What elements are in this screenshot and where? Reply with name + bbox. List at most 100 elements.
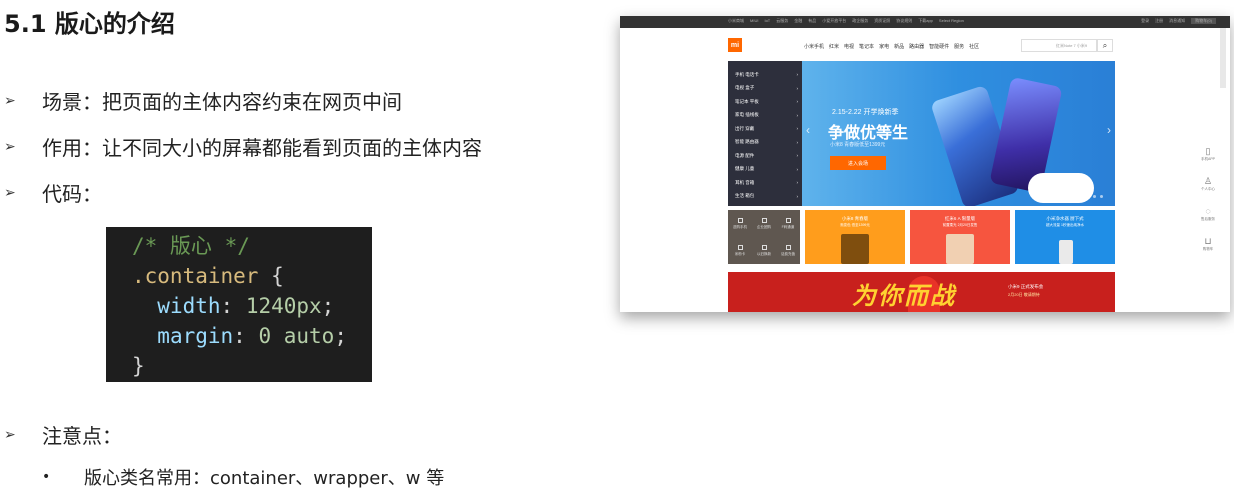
sidebar-app[interactable]: ▯ 手机APP	[1194, 146, 1222, 176]
bullet-arrow-icon: ➢	[4, 138, 16, 155]
quick-link[interactable]: 以旧换新	[752, 237, 776, 264]
bullet-arrow-icon: ➢	[4, 426, 16, 443]
sub-bullet-dot-icon: •	[42, 469, 51, 485]
topbar-link[interactable]: 小米商城	[728, 18, 744, 24]
topbar-link[interactable]: 资质证照	[874, 18, 890, 24]
category-item[interactable]: 电视 盒子 ›	[728, 82, 802, 96]
bullet-code: ➢ 代码：	[4, 178, 102, 207]
quick-link[interactable]: 企业团购	[752, 210, 776, 237]
chevron-right-icon[interactable]: ›	[1107, 123, 1111, 137]
topbar-link[interactable]: 下载app	[918, 18, 933, 24]
topbar-link[interactable]: 有品	[808, 18, 816, 24]
sub-bullet: • 版心类名常用：container、wrapper、w 等	[42, 464, 444, 490]
slide-title: 5.1 版心的介绍	[4, 10, 175, 38]
banner-cta-button[interactable]: 进入会场	[830, 156, 886, 170]
category-item[interactable]: 出行 穿戴 ›	[728, 122, 802, 136]
nav-item[interactable]: 小米手机	[804, 43, 824, 50]
category-item[interactable]: 家电 插线板 ›	[728, 109, 802, 123]
bullet-text: 作用：让不同大小的屏幕都能看到页面的主体内容	[42, 136, 482, 160]
code-comment: /* 版心 */	[132, 234, 250, 258]
headset-icon: ◌	[1205, 206, 1211, 216]
search-placeholder: 红米Note 7 小米9	[1056, 43, 1088, 48]
bullet-text: 代码：	[42, 182, 102, 206]
search-icon[interactable]: ⌕	[1097, 39, 1113, 52]
quick-link[interactable]: 米粉卡	[728, 237, 752, 264]
topbar-link[interactable]: 小爱开放平台	[822, 18, 846, 24]
right-sidebar: ▯ 手机APP ♙ 个人中心 ◌ 售后服务 ⊔ 购物车	[1194, 146, 1222, 266]
topbar-link[interactable]: Select Region	[939, 18, 964, 24]
bullet-purpose: ➢ 作用：让不同大小的屏幕都能看到页面的主体内容	[4, 132, 482, 161]
category-item[interactable]: 生活 箱包 ›	[728, 190, 802, 204]
topbar-link[interactable]: 政企服务	[852, 18, 868, 24]
nav-item[interactable]: 新品	[894, 43, 904, 50]
topbar-link[interactable]: 云服务	[776, 18, 788, 24]
cart-button[interactable]: 购物车(0)	[1191, 18, 1216, 24]
bullet-text: 场景：把页面的主体内容约束在网页中间	[42, 90, 402, 114]
sidebar-cart[interactable]: ⊔ 购物车	[1194, 236, 1222, 266]
carousel-dots[interactable]	[1079, 195, 1103, 198]
promo-title: 小米净水器 厨下式	[1046, 216, 1084, 221]
topbar-link[interactable]: 金融	[794, 18, 802, 24]
quick-link[interactable]: F码通道	[776, 210, 800, 237]
bullet-text: 注意点：	[42, 424, 122, 448]
scrollbar[interactable]	[1220, 28, 1226, 88]
code-val-margin: 0 auto	[258, 324, 335, 348]
user-icon: ♙	[1203, 176, 1213, 186]
nav-item[interactable]: 智能硬件	[929, 43, 949, 50]
topbar-link[interactable]: 协议规则	[896, 18, 912, 24]
cart-icon: ⊔	[1204, 236, 1212, 246]
chevron-left-icon[interactable]: ‹	[806, 123, 810, 137]
quick-link[interactable]: 选购手机	[728, 210, 752, 237]
register-link[interactable]: 注册	[1155, 18, 1163, 24]
bullet-arrow-icon: ➢	[4, 184, 16, 201]
banner-desc: 小米8 青春版低至1399元	[830, 142, 886, 148]
quick-link[interactable]: 话费充值	[776, 237, 800, 264]
promo-title: 小米8 青春版	[841, 216, 869, 221]
site-search-input[interactable]: 红米Note 7 小米9	[1021, 39, 1097, 52]
event-banner[interactable]: 为你而战 小米9 正式发布会 2月20日 敬请期待	[728, 272, 1115, 312]
topbar-link[interactable]: MIUI	[750, 18, 758, 24]
promo-sub: 超大流量 1秒速出纯净水	[1046, 223, 1084, 227]
promo-card[interactable]: 红米6 A 限量版 前置柔光 2月20日发售	[910, 210, 1010, 264]
hero-banner[interactable]: 2.15-2.22 开学焕新季 争做优等生 小米8 青春版低至1399元 进入会…	[802, 61, 1115, 206]
category-item[interactable]: 笔记本 平板 ›	[728, 95, 802, 109]
category-item[interactable]: 手机 电话卡 ›	[728, 68, 802, 82]
event-title: 为你而战	[852, 283, 956, 310]
nav-item[interactable]: 电视	[844, 43, 854, 50]
code-selector: .container	[132, 264, 259, 288]
banner-date: 2.15-2.22 开学焕新季	[832, 109, 899, 116]
promo-title: 红米6 A 限量版	[944, 216, 976, 221]
sidebar-service[interactable]: ◌ 售后服务	[1194, 206, 1222, 236]
nav-item[interactable]: 路由器	[909, 43, 924, 50]
sidebar-account[interactable]: ♙ 个人中心	[1194, 176, 1222, 206]
promo-card[interactable]: 小米净水器 厨下式 超大流量 1秒速出纯净水	[1015, 210, 1115, 264]
sub-bullet-text: 版心类名常用：container、wrapper、w 等	[84, 468, 445, 489]
nav-item[interactable]: 家电	[879, 43, 889, 50]
login-link[interactable]: 登录	[1141, 18, 1149, 24]
code-close-brace: }	[132, 354, 145, 378]
category-menu: 手机 电话卡 › 电视 盒子 › 笔记本 平板 › 家电 插线板 › 出行 穿戴 › 智能…	[728, 61, 802, 206]
messages-link[interactable]: 消息通知	[1169, 18, 1185, 24]
code-prop-width: width	[157, 294, 221, 318]
category-item[interactable]: 电源 配件 ›	[728, 149, 802, 163]
nav-item[interactable]: 笔记本	[859, 43, 874, 50]
category-item[interactable]: 智能 路由器 ›	[728, 136, 802, 150]
nav-item[interactable]: 社区	[969, 43, 979, 50]
event-date: 2月20日 敬请期待	[1008, 292, 1040, 297]
nav-item[interactable]: 红米	[829, 43, 839, 50]
mi-logo[interactable]: mi	[728, 38, 742, 52]
topbar-link[interactable]: IoT	[764, 18, 770, 24]
promo-sub: 前置柔光 2月20日发售	[942, 223, 978, 227]
code-prop-margin: margin	[157, 324, 234, 348]
category-item[interactable]: 健康 儿童 ›	[728, 163, 802, 177]
product-image	[946, 234, 974, 264]
product-image	[1059, 240, 1073, 264]
promo-card[interactable]: 小米8 青春版 渐变色 低至1399元	[805, 210, 905, 264]
site-topbar: 小米商城 MIUI IoT 云服务 金融 有品 小爱开放平台 政企服务 资质证照…	[620, 16, 1230, 28]
quick-links-panel: 选购手机 企业团购 F码通道 米粉卡 以旧换新 话费充值	[728, 210, 800, 264]
bullet-arrow-icon: ➢	[4, 92, 16, 109]
bullet-scene: ➢ 场景：把页面的主体内容约束在网页中间	[4, 86, 402, 115]
category-item[interactable]: 耳机 音箱 ›	[728, 176, 802, 190]
nav-item[interactable]: 服务	[954, 43, 964, 50]
cloud-graphic	[1028, 173, 1094, 203]
